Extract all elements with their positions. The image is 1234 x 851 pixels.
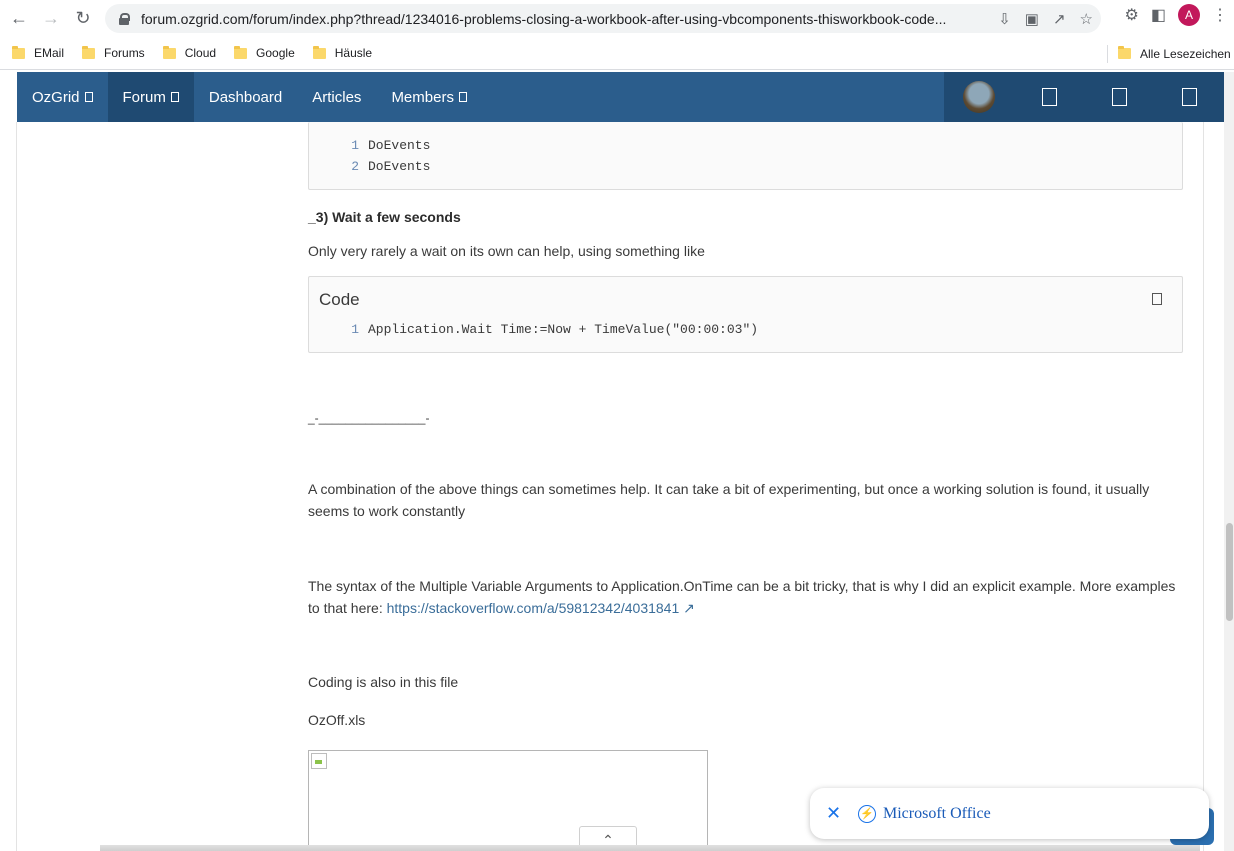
search-button[interactable] bbox=[1154, 72, 1224, 122]
notifications-button[interactable] bbox=[1014, 72, 1084, 122]
scrollbar-thumb[interactable] bbox=[1226, 523, 1233, 621]
nav-dashboard[interactable]: Dashboard bbox=[194, 72, 297, 122]
star-icon[interactable]: ☆ bbox=[1080, 10, 1093, 28]
extensions-icon[interactable]: ⚙ bbox=[1125, 5, 1139, 25]
bookmark-all[interactable]: Alle Lesezeichen bbox=[1118, 37, 1231, 70]
paragraph: The syntax of the Multiple Variable Argu… bbox=[308, 578, 1176, 616]
section-heading: _3) Wait a few seconds bbox=[308, 209, 461, 225]
side-panel-icon[interactable]: ◧ bbox=[1151, 5, 1166, 25]
bookmark-separator bbox=[1107, 45, 1108, 63]
copy-icon[interactable] bbox=[1152, 293, 1162, 305]
bookmark-google[interactable]: Google bbox=[234, 45, 295, 60]
conversation-icon bbox=[1111, 88, 1127, 106]
attachment-name[interactable]: OzOff.xls bbox=[308, 709, 1183, 731]
attachment-image[interactable] bbox=[308, 750, 708, 851]
close-icon[interactable]: ✕ bbox=[826, 803, 846, 824]
user-menu[interactable] bbox=[944, 72, 1014, 122]
code-block: 1 DoEvents 2 DoEvents bbox=[308, 122, 1183, 190]
translate-icon[interactable]: ▣ bbox=[1025, 10, 1039, 28]
bookmark-email[interactable]: EMail bbox=[12, 45, 64, 60]
bookmarks-bar: EMail Forums Cloud Google Häusle Alle Le… bbox=[0, 37, 1234, 70]
bookmark-forums[interactable]: Forums bbox=[82, 45, 145, 60]
post-content: 1 DoEvents 2 DoEvents _3) Wait a few secon… bbox=[308, 122, 1183, 731]
profile-avatar[interactable]: A bbox=[1178, 4, 1200, 26]
paragraph: Coding is also in this file bbox=[308, 674, 459, 690]
share-icon[interactable]: ↗ bbox=[1053, 10, 1066, 28]
user-avatar bbox=[963, 81, 995, 113]
site-navigation: OzGrid Forum Dashboard Articles Members bbox=[17, 72, 1224, 122]
scrollbar-track[interactable] bbox=[1224, 72, 1234, 851]
nav-members[interactable]: Members bbox=[376, 72, 482, 122]
menu-box-icon bbox=[84, 92, 93, 102]
folder-icon bbox=[312, 45, 326, 59]
office-popup[interactable]: ✕ ⚡ Microsoft Office bbox=[810, 788, 1209, 839]
conversations-button[interactable] bbox=[1084, 72, 1154, 122]
search-icon bbox=[1181, 88, 1197, 106]
nav-forum[interactable]: Forum bbox=[107, 72, 194, 122]
nav-articles[interactable]: Articles bbox=[297, 72, 376, 122]
page-border bbox=[1203, 122, 1204, 851]
folder-icon bbox=[162, 45, 176, 59]
lightning-icon: ⚡ bbox=[858, 804, 876, 823]
bottom-shadow bbox=[100, 845, 1200, 851]
lock-icon bbox=[119, 12, 130, 25]
paragraph: A combination of the above things can so… bbox=[308, 481, 1150, 519]
menu-box-icon bbox=[170, 92, 179, 102]
folder-icon bbox=[12, 45, 25, 59]
code-block: Code 1 Application.Wait Time:=Now + TimeV… bbox=[308, 276, 1183, 353]
url-text[interactable]: forum.ozgrid.com/forum/index.php?thread/… bbox=[141, 11, 971, 27]
menu-box-icon bbox=[458, 92, 467, 102]
code-line: 2 DoEvents bbox=[351, 159, 431, 174]
code-title: Code bbox=[319, 290, 360, 309]
code-line: 1 Application.Wait Time:=Now + TimeValue(… bbox=[351, 322, 759, 337]
reload-icon[interactable]: ↻ bbox=[67, 3, 99, 35]
nav-ozgrid[interactable]: OzGrid bbox=[17, 72, 108, 122]
divider-text: _-________________- bbox=[308, 411, 430, 425]
code-line: 1 DoEvents bbox=[351, 138, 431, 153]
paragraph: Only very rarely a wait on its own can h… bbox=[308, 243, 705, 259]
address-bar[interactable]: forum.ozgrid.com/forum/index.php?thread/… bbox=[105, 4, 1101, 33]
folder-icon bbox=[82, 45, 96, 59]
stackoverflow-link[interactable]: https://stackoverflow.com/a/59812342/403… bbox=[387, 600, 695, 616]
menu-dots-icon[interactable]: ⋮ bbox=[1212, 5, 1228, 25]
bookmark-cloud[interactable]: Cloud bbox=[162, 45, 216, 60]
install-icon[interactable]: ⇩ bbox=[998, 10, 1011, 28]
notification-icon bbox=[1041, 88, 1057, 106]
back-arrow-icon[interactable]: ← bbox=[3, 3, 35, 35]
broken-image-icon bbox=[311, 753, 327, 769]
forward-arrow-icon[interactable]: → bbox=[35, 3, 67, 35]
folder-icon bbox=[234, 45, 248, 59]
bookmark-haeusle[interactable]: Häusle bbox=[312, 45, 372, 60]
browser-toolbar: ← → ↻ forum.ozgrid.com/forum/index.php?t… bbox=[0, 0, 1234, 37]
folder-icon bbox=[1118, 46, 1131, 59]
page-border bbox=[16, 122, 17, 851]
popup-label[interactable]: Microsoft Office bbox=[883, 805, 991, 823]
